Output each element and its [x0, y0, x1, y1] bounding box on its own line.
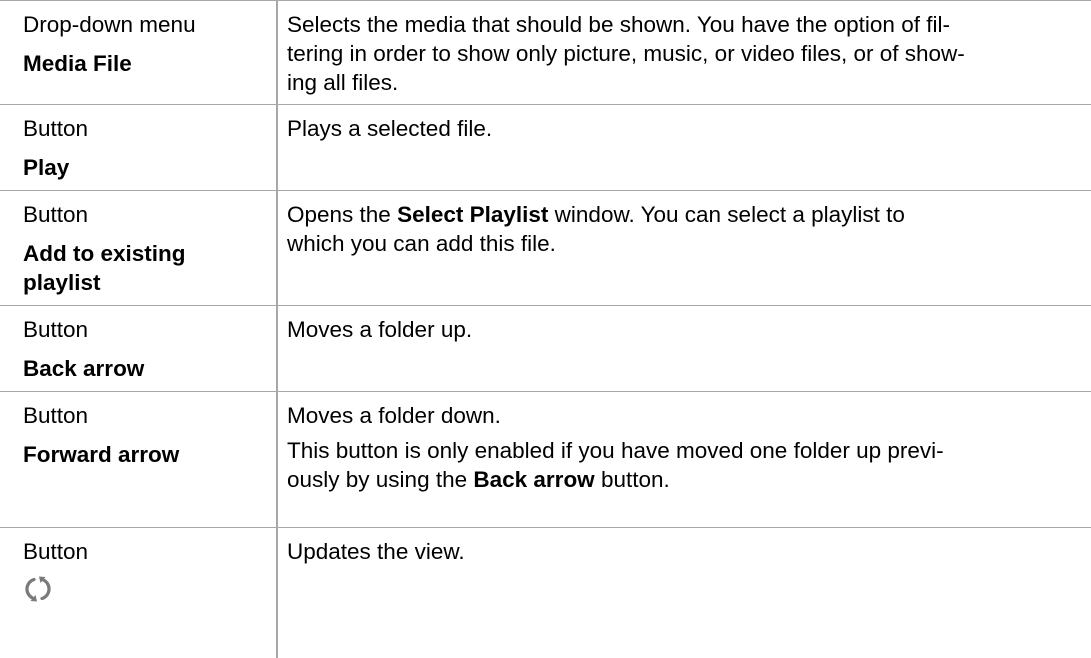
control-type: Button [23, 403, 89, 428]
control-name: Play [23, 155, 70, 180]
table-row: Button Updates the view. [0, 527, 1091, 658]
control-name: Add to existing playlist [23, 239, 268, 297]
control-name-line-1: Add to existing [23, 241, 186, 266]
control-cell: Button Add to existing playlist [0, 190, 278, 306]
description-line-2: which you can add this file. [287, 231, 556, 256]
note-line-1: This button is only enabled if you have … [287, 438, 944, 463]
note-text: ously by using the [287, 467, 474, 492]
description-line-2: tering in order to show only picture, mu… [287, 41, 965, 66]
control-cell: Button [0, 527, 278, 658]
control-name-line-2: playlist [23, 270, 101, 295]
control-description: Moves a folder down. [287, 403, 501, 428]
table-row: Button Back arrow Moves a folder up. [0, 305, 1091, 392]
controls-table: Drop-down menu Media File Selects the me… [0, 0, 1091, 658]
note-bold: Back arrow [473, 467, 595, 492]
description-cell: Updates the view. [277, 527, 1091, 658]
refresh-icon [25, 576, 51, 602]
control-note: This button is only enabled if you have … [287, 436, 1073, 494]
control-description: Plays a selected file. [287, 116, 493, 141]
control-description: Moves a folder up. [287, 317, 473, 342]
description-line-3: ing all files. [287, 70, 399, 95]
control-type: Button [23, 202, 89, 227]
control-description: Selects the media that should be shown. … [287, 10, 1073, 97]
table-row: Button Play Plays a selected file. [0, 104, 1091, 191]
control-cell: Button Forward arrow [0, 391, 278, 528]
control-name: Media File [23, 51, 132, 76]
description-cell: Selects the media that should be shown. … [277, 0, 1091, 105]
control-cell: Button Back arrow [0, 305, 278, 392]
control-description: Updates the view. [287, 539, 465, 564]
description-cell: Opens the Select Playlist window. You ca… [277, 190, 1091, 306]
control-name: Back arrow [23, 356, 145, 381]
control-description: Opens the Select Playlist window. You ca… [287, 200, 1073, 258]
control-type: Button [23, 317, 89, 342]
description-cell: Plays a selected file. [277, 104, 1091, 191]
description-bold: Select Playlist [397, 202, 549, 227]
control-type: Button [23, 539, 89, 564]
control-type: Drop-down menu [23, 12, 196, 37]
table-row: Button Add to existing playlist Opens the… [0, 190, 1091, 306]
table-row: Drop-down menu Media File Selects the me… [0, 0, 1091, 105]
control-cell: Button Play [0, 104, 278, 191]
description-cell: Moves a folder up. [277, 305, 1091, 392]
note-text: button. [594, 467, 670, 492]
control-type: Button [23, 116, 89, 141]
control-cell: Drop-down menu Media File [0, 0, 278, 105]
description-text: Opens the [287, 202, 398, 227]
table-row: Button Forward arrow Moves a folder down… [0, 391, 1091, 528]
description-cell: Moves a folder down. This button is only… [277, 391, 1091, 528]
description-line-1: Selects the media that should be shown. … [287, 12, 950, 37]
description-text: window. You can select a playlist to [548, 202, 905, 227]
control-name: Forward arrow [23, 442, 180, 467]
